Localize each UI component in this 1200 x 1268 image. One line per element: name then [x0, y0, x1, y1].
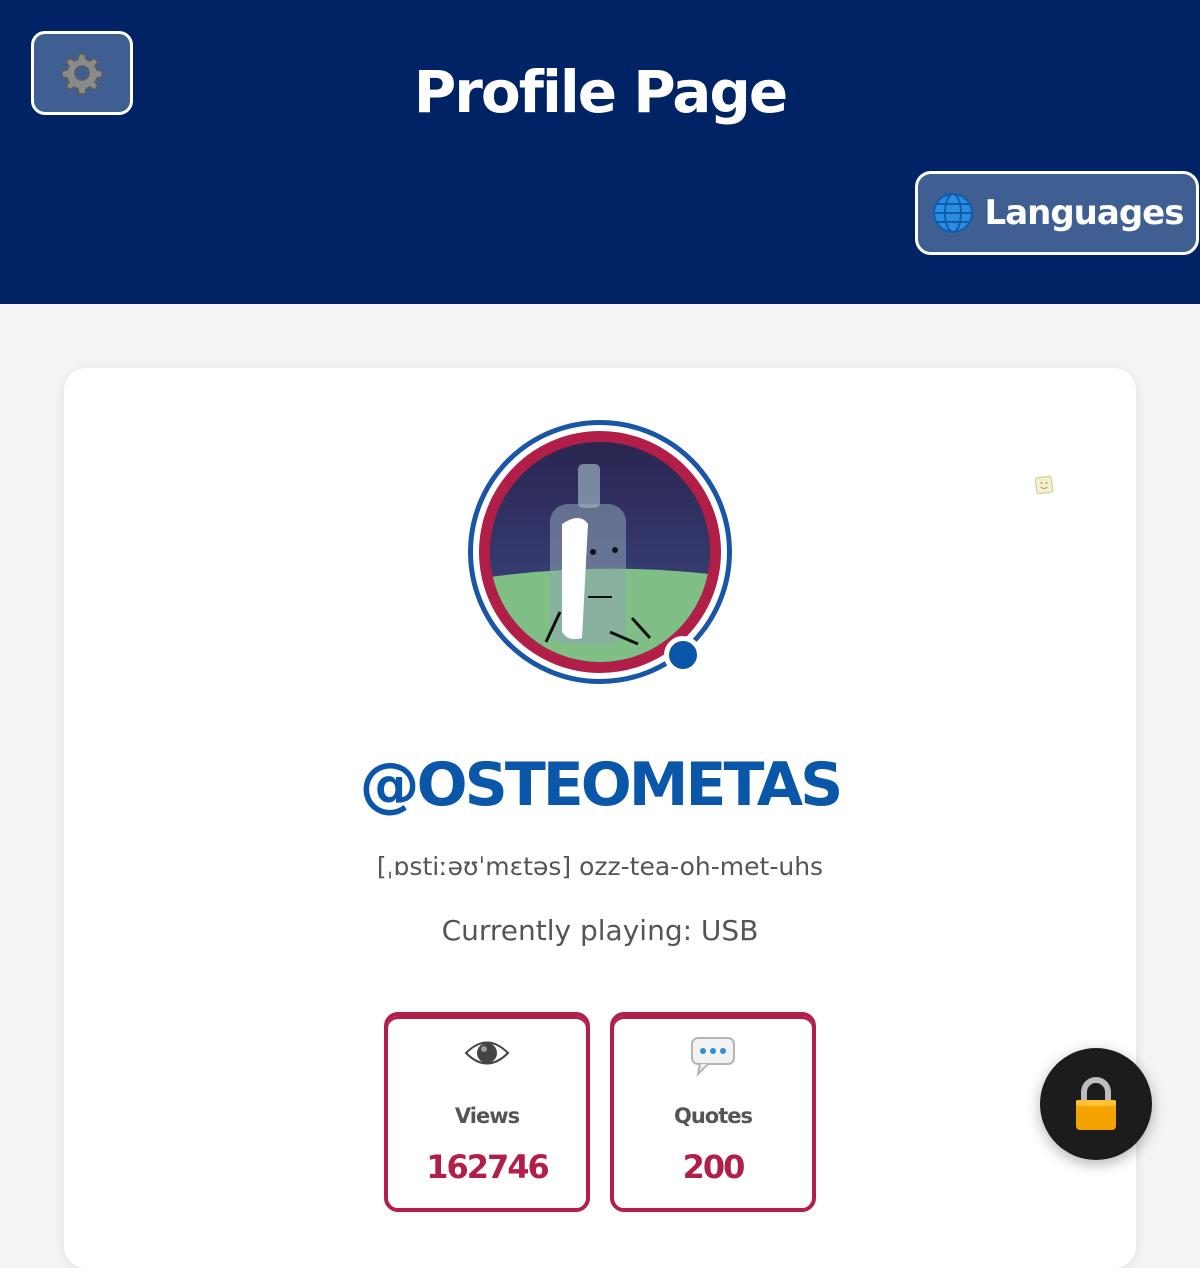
username: @OSTEOMETAS: [359, 750, 844, 820]
speech-bubble-icon: [614, 1036, 812, 1080]
stat-label: Quotes: [673, 1104, 753, 1128]
stat-value: 200: [682, 1148, 746, 1186]
avatar[interactable]: [468, 420, 732, 684]
stat-value: 162746: [426, 1148, 550, 1186]
stat-card-views[interactable]: Views 162746: [384, 1012, 590, 1212]
lock-icon: [1076, 1077, 1116, 1130]
page-title: Profile Page: [413, 58, 788, 126]
lock-button[interactable]: [1040, 1048, 1152, 1160]
online-status-dot: [664, 636, 702, 674]
header: [0, 0, 1200, 304]
languages-button[interactable]: Languages: [915, 171, 1199, 255]
smiley-sticker-icon: [1034, 475, 1054, 495]
eye-icon: [388, 1036, 586, 1074]
stat-label: Views: [454, 1104, 520, 1128]
languages-label: Languages: [984, 193, 1185, 233]
stat-card-quotes[interactable]: Quotes 200: [610, 1012, 816, 1212]
currently-playing: Currently playing: USB: [441, 914, 759, 947]
pronunciation: [ˌɒstiːəʊˈmɛtəs] ozz-tea-oh-met-uhs: [376, 852, 824, 881]
globe-icon: [932, 193, 973, 233]
